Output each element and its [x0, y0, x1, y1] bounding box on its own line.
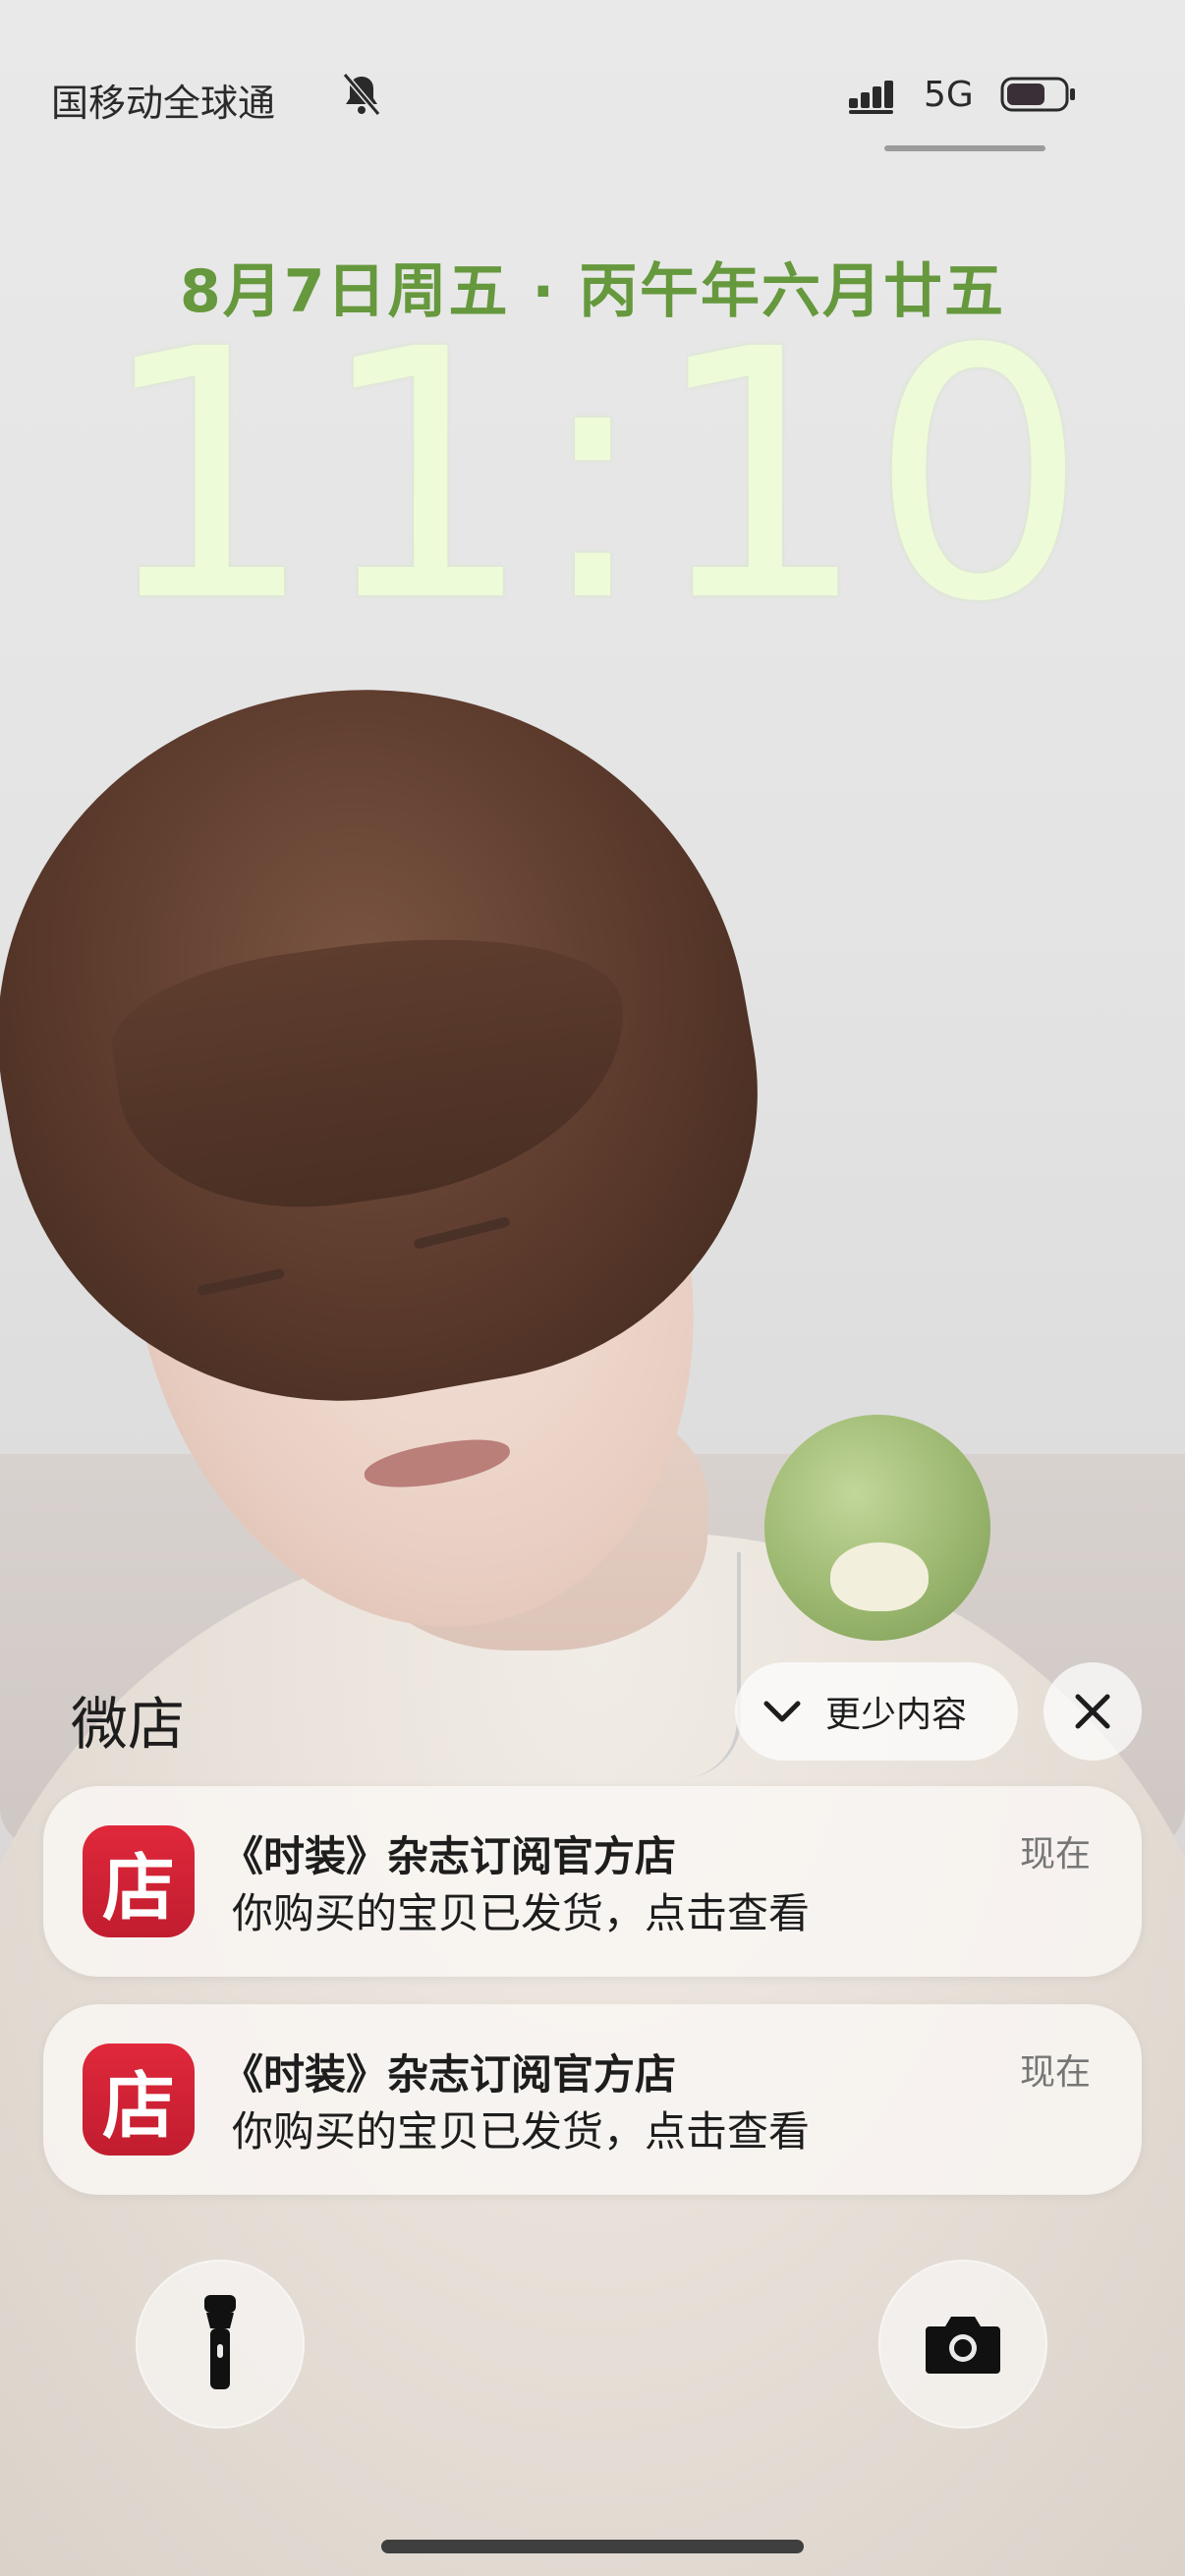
- clear-notifications-button[interactable]: [1044, 1662, 1142, 1761]
- notification-title: 《时装》杂志订阅官方店: [222, 1832, 677, 1880]
- show-less-label: 更少内容: [825, 1695, 968, 1735]
- battery-icon: [1000, 77, 1075, 112]
- flashlight-button[interactable]: [136, 2260, 305, 2429]
- chevron-down-icon: [763, 1701, 801, 1722]
- notification-body: 你购买的宝贝已发货，点击查看: [232, 1889, 811, 1937]
- camera-icon: [926, 2317, 1000, 2374]
- wallpaper-necklace: [649, 1552, 741, 1778]
- lockscreen-clock: 11:10: [96, 276, 1089, 677]
- notification-time: 现在: [1019, 2052, 1091, 2093]
- flashlight-icon: [204, 2295, 236, 2389]
- network-type: 5G: [924, 75, 974, 115]
- status-bar: 国移动全球通 5G: [0, 67, 1185, 126]
- notification-time: 现在: [1019, 1834, 1091, 1875]
- app-icon-glyph: 店: [102, 2063, 175, 2149]
- camera-button[interactable]: [878, 2260, 1047, 2429]
- notification-title: 《时装》杂志订阅官方店: [222, 2050, 677, 2099]
- status-indicator-line: [884, 145, 1045, 151]
- notification-body: 你购买的宝贝已发货，点击查看: [232, 2107, 811, 2156]
- wallpaper-apple-heart: [830, 1542, 929, 1611]
- home-indicator[interactable]: [381, 2540, 804, 2553]
- carrier-label: 国移动全球通: [51, 82, 276, 125]
- weidian-app-icon: 店: [83, 2044, 195, 2156]
- notification-card[interactable]: 店 《时装》杂志订阅官方店 你购买的宝贝已发货，点击查看 现在: [43, 1786, 1142, 1977]
- weidian-app-icon: 店: [83, 1825, 195, 1937]
- bell-muted-icon: [342, 73, 381, 116]
- notification-group-title: 微店: [71, 1691, 186, 1758]
- close-icon: [1075, 1694, 1110, 1729]
- app-icon-glyph: 店: [102, 1845, 175, 1931]
- signal-icon: [849, 81, 893, 114]
- show-less-button[interactable]: 更少内容: [735, 1662, 1018, 1761]
- notification-card[interactable]: 店 《时装》杂志订阅官方店 你购买的宝贝已发货，点击查看 现在: [43, 2004, 1142, 2195]
